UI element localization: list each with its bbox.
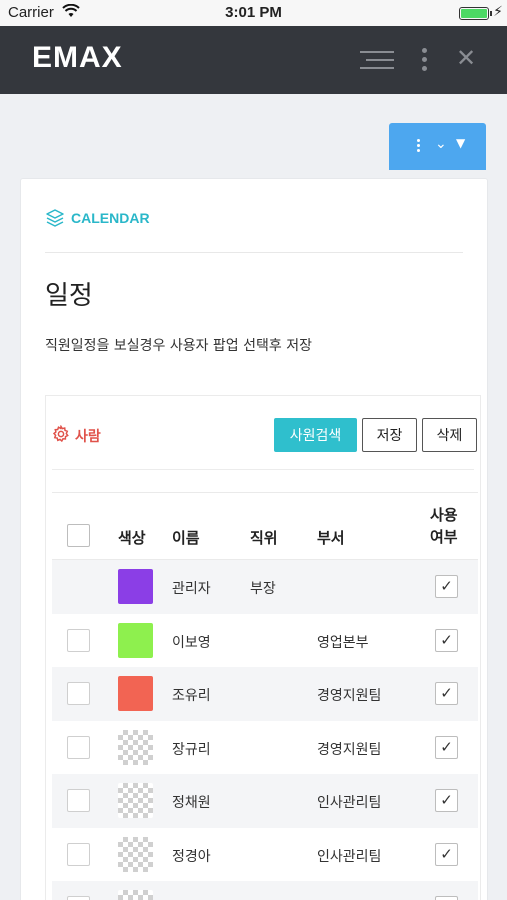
table-row[interactable]: 이보영 영업본부 ✓ [52,614,478,668]
color-swatch[interactable] [118,890,153,900]
color-swatch[interactable] [118,676,153,711]
app-header: EMAX ✕ [0,26,507,94]
table-row[interactable]: 조유리 경영지원팀 ✓ [52,667,478,721]
col-department: 부서 [317,529,345,547]
table-row[interactable]: 장규리 경영지원팀 ✓ [52,721,478,775]
status-bar: Carrier 3:01 PM ⚡ [0,0,507,26]
options-dropdown-button[interactable]: ⌄ ▼ [389,123,486,170]
employee-name: 이보영 [172,634,211,651]
color-swatch[interactable] [118,729,153,765]
col-name: 이름 [172,529,200,547]
divider [45,252,463,253]
calendar-card: CALENDAR 일정 직원일정을 보실경우 사용자 팝업 선택후 저장 사람 … [20,178,488,900]
table-header: 색상 이름 직위 부서 사용 여부 [52,493,478,560]
section-label: CALENDAR [71,210,150,226]
employee-name: 정경아 [172,848,211,865]
employee-department: 인사관리팀 [317,848,382,865]
use-checkbox[interactable]: ✓ [435,735,458,759]
row-checkbox[interactable] [67,789,90,812]
more-vertical-icon[interactable] [416,46,434,74]
delete-button[interactable]: 삭제 [422,418,477,452]
use-checkbox[interactable]: ✓ [435,842,458,866]
employee-department: 경영지원팀 [317,741,382,758]
more-vertical-icon [417,139,421,153]
table-row[interactable]: 정경아 인사관리팀 ✓ [52,828,478,882]
employee-name: 장규리 [172,741,211,758]
employee-name: 조유리 [172,688,211,704]
use-checkbox[interactable]: ✓ [435,896,458,900]
table-row[interactable]: 관리자 부장 ✓ [52,560,478,614]
clock: 3:01 PM [225,4,282,21]
layers-icon [45,208,65,228]
row-checkbox[interactable] [67,682,90,705]
use-checkbox[interactable]: ✓ [435,628,458,652]
employee-position: 부장 [250,581,276,597]
employee-department: 인사관리팀 [317,795,382,811]
caret-down-icon: ▼ [456,136,466,150]
use-checkbox[interactable]: ✓ [435,789,458,812]
table-row[interactable]: 정채원 인사관리팀 ✓ [52,774,478,828]
color-swatch[interactable] [118,836,153,872]
table-body: 관리자 부장 ✓ 이보영 영업본부 ✓ 조유리 경영지원팀 ✓ 장규리 경영지원팀 ✓ 정채원 인사관리팀… [52,560,478,900]
battery-icon [459,7,492,20]
row-checkbox[interactable] [67,735,90,759]
color-swatch[interactable] [118,783,153,818]
charging-icon: ⚡ [493,4,503,20]
employee-name: 정채원 [172,795,211,811]
col-position: 직위 [250,529,278,547]
employee-search-button[interactable]: 사원검색 [274,418,357,452]
col-color: 색상 [118,529,146,547]
employee-department: 경영지원팀 [317,688,382,704]
employee-table: 색상 이름 직위 부서 사용 여부 관리자 부장 ✓ 이보영 영업본부 ✓ 조유리 경영지원팀… [52,492,478,900]
divider [52,469,474,470]
table-row[interactable]: 전은미비서실✓ [52,881,478,900]
chevron-down-icon: ⌄ [435,136,447,152]
color-swatch[interactable] [118,622,153,658]
brand-logo: EMAX [32,41,123,74]
use-checkbox[interactable]: ✓ [435,575,458,598]
select-all-checkbox[interactable] [67,524,90,547]
panel-header: 사람 [52,424,101,447]
employee-department: 영업본부 [317,634,369,651]
panel-label: 사람 [75,429,101,445]
person-panel: 사람 사원검색 저장 삭제 색상 이름 직위 부서 사용 여부 관리자 부장 ✓ 이보… [45,395,481,900]
page-description: 직원일정을 보실경우 사용자 팝업 선택후 저장 [45,338,312,354]
close-icon[interactable]: ✕ [456,44,476,72]
employee-name: 관리자 [172,581,211,597]
row-checkbox[interactable] [67,896,90,900]
gear-icon [52,424,70,447]
use-checkbox[interactable]: ✓ [435,682,458,705]
color-swatch[interactable] [118,569,153,604]
save-button[interactable]: 저장 [362,418,417,452]
section-header: CALENDAR [45,208,150,228]
menu-lines-icon[interactable] [360,48,394,72]
page-title: 일정 [45,281,93,311]
row-checkbox[interactable] [67,628,90,652]
col-use-line2: 여부 [430,528,458,546]
row-checkbox[interactable] [67,842,90,866]
col-use-line1: 사용 [430,506,458,524]
